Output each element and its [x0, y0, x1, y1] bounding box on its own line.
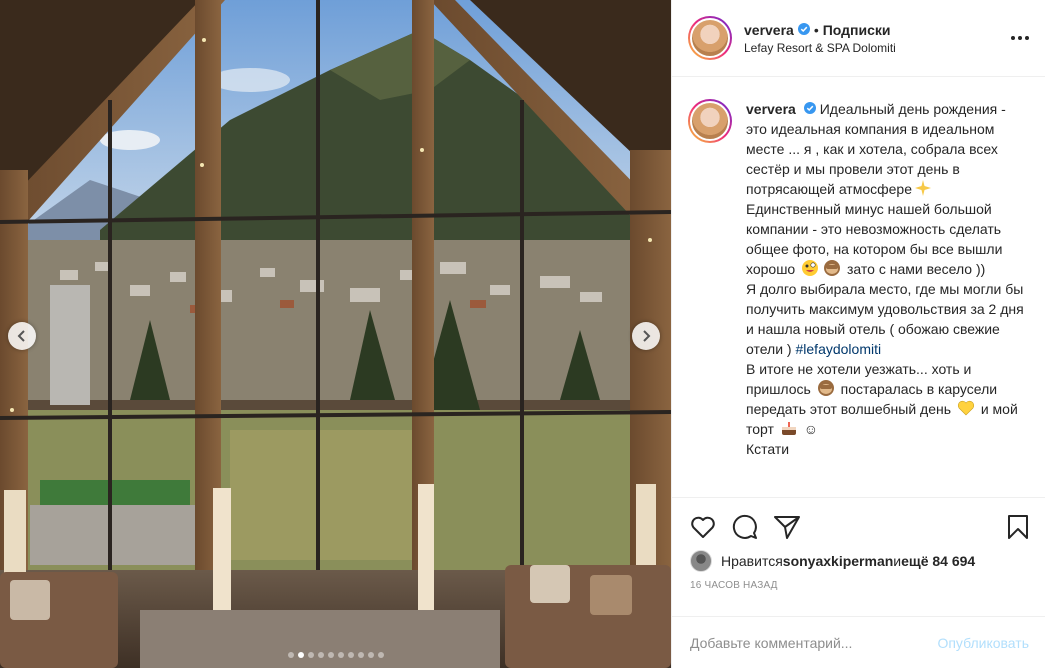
- caption-text-3: зато с нами весело )): [843, 261, 986, 277]
- carousel-dot: [307, 652, 314, 658]
- verified-badge-icon: [797, 22, 810, 38]
- comments-section: ververa Идеальный день рождения - это ид…: [672, 77, 1045, 497]
- author-username[interactable]: ververa: [744, 22, 794, 38]
- add-comment-bar: Опубликовать: [672, 616, 1045, 668]
- carousel-dot: [347, 652, 354, 658]
- like-button[interactable]: [690, 515, 716, 539]
- likes-count[interactable]: ещё 84 694: [901, 553, 975, 569]
- likes-summary: Нравится sonyaxkiperman и ещё 84 694: [672, 542, 1045, 572]
- comment-button[interactable]: [732, 514, 758, 540]
- paper-plane-icon: [774, 516, 800, 539]
- caption-text-8: ☺: [799, 421, 819, 437]
- resort-window-view-image: [0, 0, 671, 668]
- carousel-dot: [297, 652, 304, 658]
- caption-text-9: Кстати: [746, 441, 790, 457]
- see-no-evil-monkey-emoji-icon: [817, 380, 834, 396]
- more-dots-icon: [1011, 36, 1015, 40]
- post-timestamp[interactable]: 16 часов назад: [672, 572, 1045, 591]
- liker-username[interactable]: sonyaxkiperman: [783, 553, 894, 569]
- zany-face-emoji-icon: [802, 260, 819, 276]
- likes-and: и: [893, 553, 902, 569]
- yellow-heart-emoji-icon: [957, 400, 974, 416]
- caption-text-4: Я долго выбирала место, где мы могли бы …: [746, 281, 1024, 357]
- publish-comment-button[interactable]: Опубликовать: [937, 635, 1029, 651]
- author-avatar[interactable]: [688, 16, 732, 60]
- separator-dot: •: [813, 21, 819, 38]
- comment-bubble-icon: [732, 514, 757, 539]
- caption-author-avatar[interactable]: [688, 99, 732, 143]
- share-button[interactable]: [774, 515, 800, 539]
- comment-input[interactable]: [690, 634, 938, 651]
- carousel-dot: [357, 652, 364, 658]
- heart-icon: [691, 516, 715, 538]
- liker-avatar[interactable]: [690, 550, 712, 572]
- carousel-indicator: [0, 652, 671, 658]
- carousel-previous-button[interactable]: [8, 322, 36, 350]
- carousel-dot: [337, 652, 344, 658]
- post-sidebar: ververa • Подписки Lefay Resort & SPA Do…: [671, 0, 1045, 668]
- carousel-dot: [287, 652, 294, 658]
- hashtag-link[interactable]: #lefaydolomiti: [796, 341, 882, 357]
- carousel-dot: [327, 652, 334, 658]
- cake-emoji-icon: [781, 422, 796, 435]
- likes-prefix: Нравится: [721, 553, 783, 569]
- following-button[interactable]: Подписки: [823, 22, 891, 38]
- carousel-dot: [317, 652, 324, 658]
- chevron-left-icon: [17, 330, 25, 342]
- post-caption: ververa Идеальный день рождения - это ид…: [746, 99, 1029, 459]
- chevron-right-icon: [643, 330, 651, 342]
- post-photo: [0, 0, 671, 668]
- location-link[interactable]: Lefay Resort & SPA Dolomiti: [744, 41, 896, 55]
- caption-username[interactable]: ververa: [746, 101, 796, 117]
- carousel-next-button[interactable]: [632, 322, 660, 350]
- verified-badge-icon: [803, 99, 816, 119]
- more-options-button[interactable]: [1011, 36, 1029, 40]
- see-no-evil-monkey-emoji-icon: [824, 260, 841, 276]
- post-actions: Нравится sonyaxkiperman и ещё 84 694 16 …: [672, 497, 1045, 591]
- bookmark-icon: [1008, 515, 1028, 539]
- post-header: ververa • Подписки Lefay Resort & SPA Do…: [672, 0, 1045, 77]
- sparkles-emoji-icon: [915, 180, 932, 196]
- carousel-dot: [367, 652, 374, 658]
- save-button[interactable]: [1007, 514, 1029, 540]
- carousel-dot: [377, 652, 384, 658]
